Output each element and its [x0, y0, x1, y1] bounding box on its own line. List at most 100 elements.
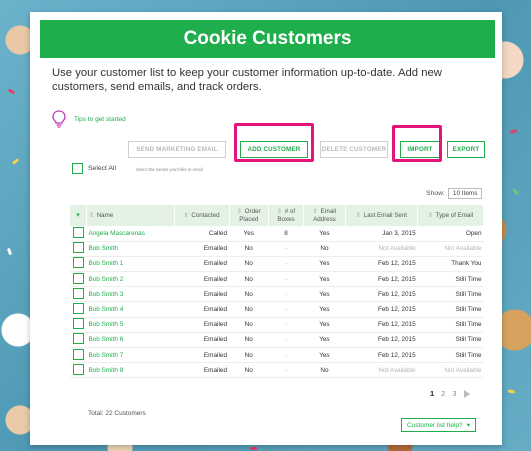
send-marketing-email-button[interactable]: SEND MARKETING EMAIL — [128, 141, 226, 158]
last-email-sent-cell: Not Available — [345, 362, 418, 379]
show-items-select[interactable]: 10 Items — [447, 188, 483, 199]
delete-customer-button[interactable]: DELETE CUSTOMER — [320, 141, 388, 158]
customer-name-link[interactable]: Bob Smith 1 — [86, 256, 175, 273]
row-select-cell[interactable] — [70, 256, 87, 273]
boxes-cell: - — [268, 332, 304, 349]
table-row[interactable]: Bob Smith 1 Emailed No - Yes Feb 12, 2015 Than… — [70, 256, 484, 273]
table-row[interactable]: Bob Smith 6 Emailed No - Yes Feb 12, 2015 Stil… — [70, 332, 484, 349]
row-select-cell[interactable] — [70, 301, 87, 318]
row-select-cell[interactable] — [70, 317, 87, 333]
boxes-cell: - — [268, 347, 304, 364]
order-placed-cell: No — [229, 347, 269, 364]
boxes-cell: - — [268, 241, 304, 257]
row-select-cell[interactable] — [70, 347, 87, 364]
row-checkbox[interactable] — [72, 287, 84, 299]
table-row[interactable]: Bob Smith 4 Emailed No - Yes Feb 12, 2015 Stil… — [70, 301, 484, 318]
customer-name-link[interactable]: Bob Smith 8 — [86, 362, 175, 379]
customer-name-link[interactable]: Angela Mascarenas — [86, 226, 175, 242]
contacted-cell: Called — [174, 226, 229, 242]
type-of-email-cell: Still Time — [417, 271, 484, 288]
row-select-cell[interactable] — [70, 362, 87, 379]
table-row[interactable]: Bob Smith 3 Emailed No - Yes Feb 12, 2015 Stil… — [70, 286, 484, 303]
customer-list-help-dropdown[interactable]: Customer list help? ▾ — [401, 418, 476, 432]
column-header-boxes[interactable]: ⇕ # of Boxes — [268, 205, 305, 226]
type-of-email-cell: Still Time — [417, 332, 484, 349]
table-header-row: ▾ ⇕ Name ⇕ Contacted ⇕ Order Placed ⇕ # … — [70, 205, 484, 226]
row-select-cell[interactable] — [70, 271, 87, 288]
row-checkbox[interactable] — [72, 348, 84, 360]
add-customer-button[interactable]: ADD CUSTOMER — [240, 141, 308, 158]
help-label: Customer list help? — [407, 421, 463, 429]
page-3-link[interactable]: 3 — [452, 389, 456, 398]
type-of-email-cell: Still Time — [417, 301, 484, 318]
contacted-cell: Emailed — [174, 241, 229, 257]
column-header-type-of-email[interactable]: ⇕ Type of Email — [417, 205, 484, 226]
row-checkbox[interactable] — [72, 363, 84, 375]
chevron-down-icon: ▾ — [466, 422, 470, 429]
export-button[interactable]: EXPORT — [447, 141, 485, 158]
column-header-order-placed[interactable]: ⇕ Order Placed — [229, 205, 269, 226]
column-header-email-address[interactable]: ⇕ Email Address — [303, 205, 346, 226]
table-row[interactable]: Bob Smith Emailed No - No Not Available Not Av… — [70, 241, 484, 257]
customer-name-link[interactable]: Bob Smith 6 — [86, 332, 175, 349]
row-select-cell[interactable] — [70, 332, 87, 349]
customer-name-link[interactable]: Bob Smith 4 — [86, 301, 175, 318]
table-row[interactable]: Angela Mascarenas Called Yes 8 Yes Jan 3, 201… — [70, 226, 484, 242]
contacted-cell: Emailed — [174, 271, 229, 288]
order-placed-cell: No — [229, 317, 269, 333]
order-placed-cell: No — [229, 362, 269, 379]
customer-name-link[interactable]: Bob Smith 7 — [86, 347, 175, 364]
customer-name-link[interactable]: Bob Smith 2 — [86, 271, 175, 288]
select-all[interactable]: Select All — [72, 163, 116, 174]
row-select-cell[interactable] — [70, 241, 87, 257]
last-email-sent-cell: Feb 12, 2015 — [345, 271, 418, 288]
row-checkbox[interactable] — [72, 318, 84, 330]
email-address-cell: Yes — [303, 332, 346, 349]
page-1-link[interactable]: 1 — [430, 389, 434, 398]
order-placed-cell: No — [229, 286, 269, 303]
column-header-name[interactable]: ⇕ Name — [86, 205, 175, 226]
row-select-cell[interactable] — [70, 226, 87, 242]
last-email-sent-cell: Feb 12, 2015 — [345, 286, 418, 303]
table-row[interactable]: Bob Smith 7 Emailed No - Yes Feb 12, 2015 Stil… — [70, 347, 484, 364]
table-row[interactable]: Bob Smith 8 Emailed No - No Not Available Not … — [70, 362, 484, 379]
page-title: Cookie Customers — [40, 20, 495, 58]
row-checkbox[interactable] — [72, 242, 84, 254]
row-checkbox[interactable] — [72, 333, 84, 345]
row-checkbox[interactable] — [72, 226, 84, 238]
customer-table: ▾ ⇕ Name ⇕ Contacted ⇕ Order Placed ⇕ # … — [70, 205, 484, 379]
contacted-cell: Emailed — [174, 347, 229, 364]
row-checkbox[interactable] — [72, 303, 84, 315]
table-row[interactable]: Bob Smith 2 Emailed No - Yes Feb 12, 2015 Stil… — [70, 271, 484, 288]
table-row[interactable]: Bob Smith 5 Emailed No - Yes Feb 12, 2015 Stil… — [70, 317, 484, 333]
row-checkbox[interactable] — [72, 257, 84, 269]
contacted-cell: Emailed — [174, 301, 229, 318]
column-header-contacted[interactable]: ⇕ Contacted — [174, 205, 230, 226]
tips-row[interactable]: Tips to get started — [52, 110, 126, 128]
contacted-cell: Emailed — [174, 317, 229, 333]
sort-toggle-icon[interactable]: ▾ — [70, 205, 87, 226]
select-all-checkbox[interactable] — [72, 163, 83, 174]
order-placed-cell: No — [229, 256, 269, 273]
contacted-cell: Emailed — [174, 362, 229, 379]
type-of-email-cell: Thank You — [417, 256, 484, 273]
type-of-email-cell: Still Time — [417, 286, 484, 303]
next-page-icon[interactable] — [463, 389, 470, 398]
customer-name-link[interactable]: Bob Smith 5 — [86, 317, 175, 333]
type-of-email-cell: Not Available — [417, 362, 484, 379]
import-button[interactable]: IMPORT — [400, 141, 440, 158]
select-all-label: Select All — [88, 165, 116, 172]
tips-link[interactable]: Tips to get started — [74, 116, 126, 123]
boxes-cell: 8 — [268, 226, 304, 242]
page-2-link[interactable]: 2 — [441, 389, 445, 398]
last-email-sent-cell: Jan 3, 2015 — [345, 226, 418, 242]
email-address-cell: Yes — [303, 286, 346, 303]
customer-name-link[interactable]: Bob Smith — [86, 241, 175, 257]
show-label: Show: — [426, 190, 445, 197]
column-header-last-email-sent[interactable]: ⇕ Last Email Sent — [345, 205, 419, 226]
last-email-sent-cell: Not Available — [345, 241, 418, 257]
row-checkbox[interactable] — [72, 272, 84, 284]
row-select-cell[interactable] — [70, 286, 87, 303]
customer-name-link[interactable]: Bob Smith 3 — [86, 286, 175, 303]
show-items-control: Show: 10 Items — [426, 188, 483, 199]
